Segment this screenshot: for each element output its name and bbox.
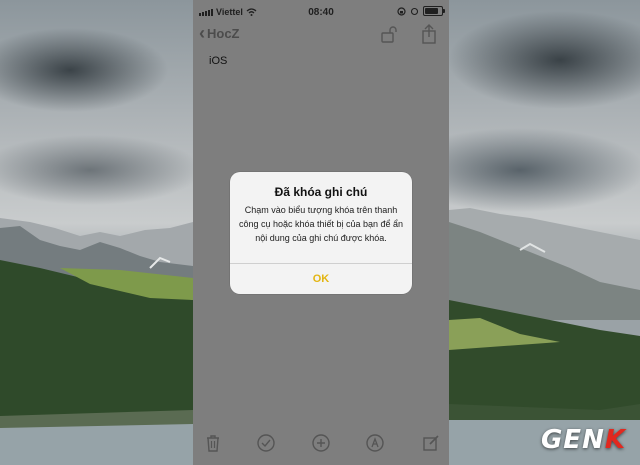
chevron-left-icon: ‹ (199, 23, 205, 43)
alarm-icon (411, 7, 418, 15)
checkmark-icon[interactable] (256, 433, 276, 453)
bottom-toolbar (193, 425, 449, 465)
ok-button[interactable]: OK (230, 264, 412, 294)
pen-icon[interactable] (365, 433, 385, 453)
notes-navbar: ‹ HocZ (193, 22, 449, 48)
note-body-text[interactable]: iOS (209, 55, 227, 67)
plus-icon[interactable] (311, 433, 331, 453)
alert-message: Chạm vào biểu tượng khóa trên thanh công… (238, 205, 404, 243)
status-bar: Viettel 08:40 (193, 0, 449, 22)
share-icon[interactable] (419, 24, 439, 44)
genk-watermark-logo: GENK (540, 425, 626, 455)
status-right (397, 6, 445, 16)
trash-icon[interactable] (203, 433, 223, 453)
compose-icon[interactable] (421, 433, 441, 453)
alert-title: Đã khóa ghi chú (274, 185, 368, 199)
battery-icon (423, 6, 445, 16)
back-button[interactable]: ‹ HocZ (199, 23, 240, 43)
rotation-lock-icon (397, 6, 406, 16)
locked-note-alert: Đã khóa ghi chú Chạm vào biểu tượng khóa… (230, 172, 412, 294)
back-label: HocZ (207, 25, 240, 41)
unlock-icon[interactable] (379, 24, 399, 44)
